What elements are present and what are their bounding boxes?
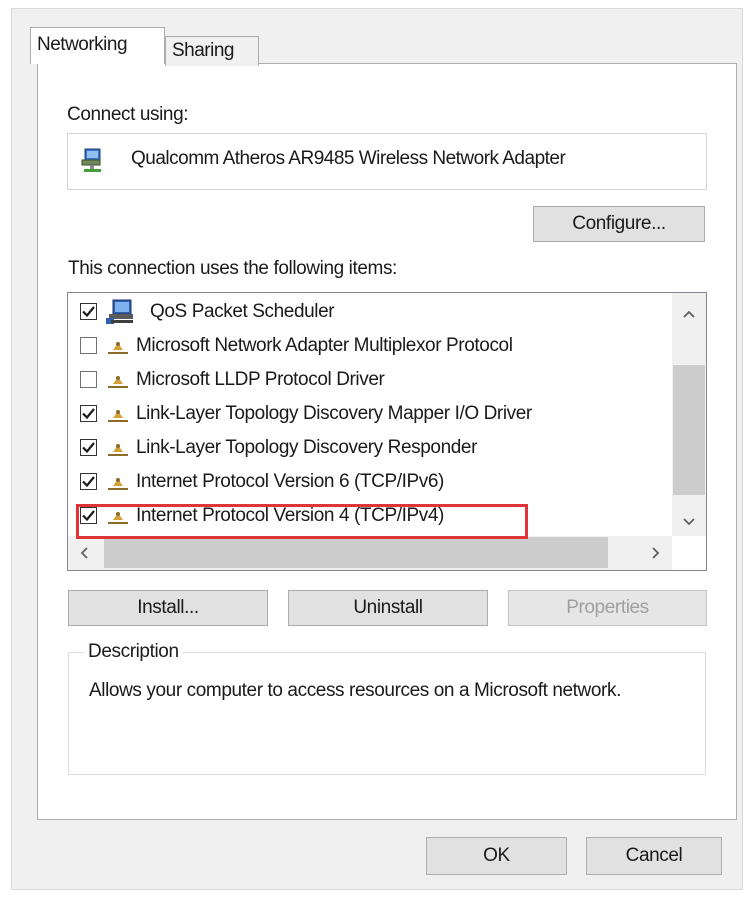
description-legend: Description bbox=[85, 641, 182, 663]
components-list[interactable]: QoS Packet Scheduler Microsoft Network A… bbox=[67, 292, 707, 571]
item-label: Link-Layer Topology Discovery Mapper I/O… bbox=[136, 403, 532, 424]
vertical-scrollbar[interactable] bbox=[672, 293, 706, 536]
uninstall-button[interactable]: Uninstall bbox=[288, 590, 488, 626]
protocol-icon bbox=[107, 506, 129, 536]
items-section-label: This connection uses the following items… bbox=[68, 258, 397, 279]
scroll-up-icon[interactable] bbox=[683, 305, 695, 321]
checkbox-checked[interactable] bbox=[80, 405, 97, 422]
checkbox-checked[interactable] bbox=[80, 303, 97, 320]
checkbox-unchecked[interactable] bbox=[80, 337, 97, 354]
protocol-icon bbox=[107, 370, 129, 400]
horizontal-scroll-thumb[interactable] bbox=[104, 537, 608, 568]
install-button[interactable]: Install... bbox=[68, 590, 268, 626]
network-adapter-icon bbox=[80, 147, 106, 173]
item-label: Internet Protocol Version 6 (TCP/IPv6) bbox=[136, 471, 444, 492]
description-group bbox=[68, 652, 706, 775]
protocol-icon bbox=[107, 404, 129, 434]
tab-sharing[interactable]: Sharing bbox=[165, 36, 259, 66]
checkbox-checked[interactable] bbox=[80, 507, 97, 524]
item-label: Microsoft LLDP Protocol Driver bbox=[136, 369, 385, 390]
checkbox-checked[interactable] bbox=[80, 439, 97, 456]
horizontal-scrollbar[interactable] bbox=[68, 536, 674, 570]
item-label: Microsoft Network Adapter Multiplexor Pr… bbox=[136, 335, 513, 356]
item-label: Internet Protocol Version 4 (TCP/IPv4) bbox=[136, 505, 444, 526]
scrollbar-corner bbox=[672, 536, 706, 570]
connect-using-label: Connect using: bbox=[67, 104, 189, 125]
protocol-icon bbox=[107, 336, 129, 366]
checkbox-checked[interactable] bbox=[80, 473, 97, 490]
qos-scheduler-icon bbox=[106, 299, 136, 335]
adapter-name: Qualcomm Atheros AR9485 Wireless Network… bbox=[131, 148, 566, 169]
protocol-icon bbox=[107, 438, 129, 468]
properties-button[interactable]: Properties bbox=[508, 590, 707, 626]
vertical-scroll-thumb[interactable] bbox=[673, 365, 705, 495]
adapter-display: Qualcomm Atheros AR9485 Wireless Network… bbox=[67, 133, 707, 190]
configure-button[interactable]: Configure... bbox=[533, 206, 705, 242]
cancel-button[interactable]: Cancel bbox=[586, 837, 722, 875]
checkbox-unchecked[interactable] bbox=[80, 371, 97, 388]
item-label: Link-Layer Topology Discovery Responder bbox=[136, 437, 478, 458]
scroll-down-icon[interactable] bbox=[683, 513, 695, 529]
scroll-left-icon[interactable] bbox=[80, 546, 88, 562]
item-label: QoS Packet Scheduler bbox=[150, 301, 335, 322]
scroll-right-icon[interactable] bbox=[652, 546, 660, 562]
ok-button[interactable]: OK bbox=[426, 837, 567, 875]
protocol-icon bbox=[107, 472, 129, 502]
tab-networking[interactable]: Networking bbox=[30, 27, 165, 64]
description-text: Allows your computer to access resources… bbox=[89, 680, 621, 701]
